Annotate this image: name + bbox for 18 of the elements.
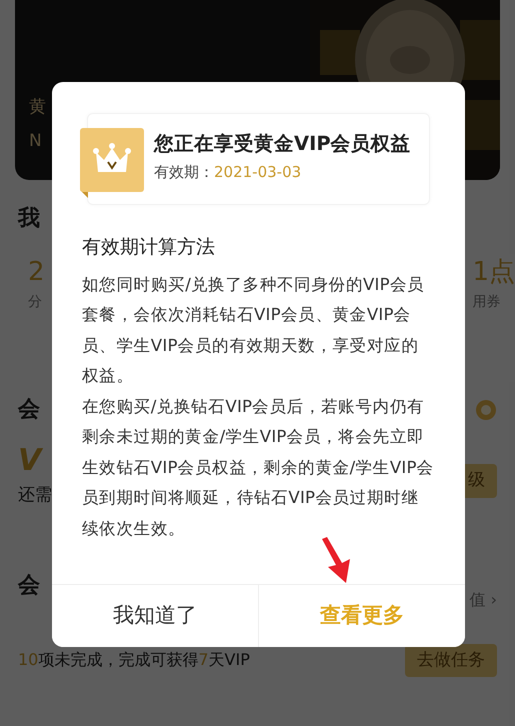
section-heading: 我 [18, 205, 41, 233]
task-text: 10项未完成，完成可获得7天VIP [18, 649, 250, 672]
stat-value: 1点 [472, 256, 515, 289]
header-text: 黄 [29, 96, 46, 119]
header-text: N [29, 130, 42, 152]
body-text: 如您同时购买/兑换了多种不同身份的VIP会员套餐，会依次消耗钻石VIP会员、黄金VIP会员、学生VIP会员的有效期天数，享受对应的权益。 [82, 274, 426, 387]
dialog-button[interactable]: 查看更多 [258, 585, 465, 647]
card-title: 您正在享受黄金VIP会员权益 [154, 131, 412, 157]
section-heading: 会 [18, 572, 40, 600]
section-heading: 会 [18, 396, 40, 424]
coin-icon [475, 398, 497, 420]
crown-icon [80, 128, 144, 198]
hint-text: 还需 [18, 484, 52, 507]
level-text: V [18, 442, 42, 480]
validity-text: 有效期：2021-03-03 [154, 162, 302, 184]
body-text: 在您购买/兑换钻石VIP会员后，若账号内仍有剩余未过期的黄金/学生VIP会员，将会先立即生效钻石VIP会员权益，剩余的黄金/学生VIP会员到期时间将顺延，待钻石VIP会员过期时继续依次生效。 [82, 396, 435, 540]
section-title: 有效期计算方法 [82, 235, 216, 260]
stat-value: 2 [28, 256, 45, 289]
